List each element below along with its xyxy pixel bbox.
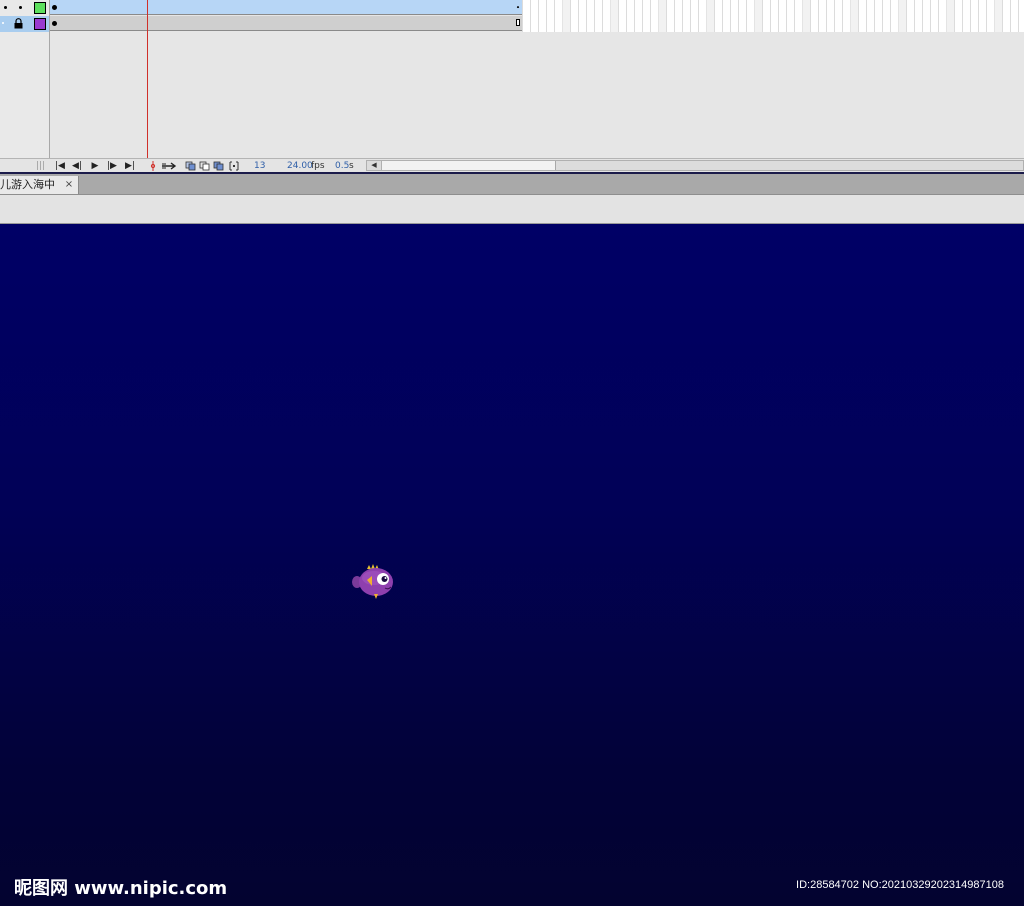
- visibility-dot-icon[interactable]: [4, 6, 7, 9]
- edit-multiple-frames-icon[interactable]: [213, 160, 224, 172]
- loop-icon[interactable]: [160, 160, 178, 172]
- layer-outline-color-icon[interactable]: [34, 2, 46, 14]
- stage-canvas[interactable]: 昵图网 www.nipic.com ID:28584702 NO:2021032…: [0, 224, 1024, 906]
- last-frame-button[interactable]: ▶|: [123, 160, 137, 172]
- panel-grip-icon[interactable]: |||: [36, 160, 45, 172]
- layer-row-selected[interactable]: [0, 16, 49, 32]
- document-tab-label: 儿游入海中: [0, 178, 55, 191]
- scroll-left-arrow-icon[interactable]: ◀: [367, 161, 382, 170]
- close-tab-icon[interactable]: ×: [64, 176, 74, 194]
- frame-grid[interactable]: [522, 0, 1024, 32]
- lock-dot-icon[interactable]: [19, 6, 22, 9]
- scroll-thumb[interactable]: [382, 161, 556, 170]
- play-button[interactable]: ▶: [88, 160, 102, 172]
- frame-grid-band: [522, 0, 1024, 32]
- flash-editor-window: ||| |◀ ◀| ▶ |▶ ▶| 13 24.00 fps 0.5 s ◀ 儿…: [0, 0, 1024, 906]
- modify-onion-markers-icon[interactable]: [228, 160, 240, 172]
- onion-skin-outlines-icon[interactable]: [199, 160, 210, 172]
- document-tab[interactable]: 儿游入海中 ×: [0, 176, 79, 194]
- timeline-panel: ||| |◀ ◀| ▶ |▶ ▶| 13 24.00 fps 0.5 s ◀: [0, 0, 1024, 172]
- onion-skin-icon[interactable]: [185, 160, 196, 172]
- current-frame-field[interactable]: 13: [254, 160, 265, 172]
- layer-frames-row[interactable]: [50, 0, 522, 15]
- watermark-id: ID:28584702 NO:20210329202314987108: [796, 879, 1004, 891]
- frame-rate-field[interactable]: 24.00: [287, 160, 313, 172]
- step-forward-button[interactable]: |▶: [105, 160, 119, 172]
- padlock-icon[interactable]: [14, 18, 23, 29]
- center-frame-icon[interactable]: [150, 160, 156, 172]
- elapsed-time-unit: s: [349, 161, 354, 171]
- keyframe-icon[interactable]: [52, 21, 57, 26]
- layer-outline-color-icon[interactable]: [34, 18, 46, 30]
- first-frame-button[interactable]: |◀: [53, 160, 67, 172]
- watermark-logo: 昵图网 www.nipic.com: [14, 878, 228, 899]
- frame-end-marker-icon: [516, 6, 520, 9]
- layer-frames-row[interactable]: [50, 16, 522, 31]
- visibility-dot-icon[interactable]: [2, 22, 4, 24]
- elapsed-time-field[interactable]: 0.5: [335, 160, 349, 172]
- timeline-controls-bar: ||| |◀ ◀| ▶ |▶ ▶| 13 24.00 fps 0.5 s ◀: [0, 158, 1024, 172]
- frame-end-marker-icon: [516, 19, 520, 26]
- frame-rate-unit: fps: [311, 161, 325, 171]
- purple-fish-sprite[interactable]: [350, 562, 398, 602]
- timeline-horizontal-scrollbar[interactable]: ◀: [366, 160, 1024, 171]
- edit-bar: [0, 195, 1024, 224]
- layer-row[interactable]: [0, 0, 49, 16]
- playhead[interactable]: [147, 0, 148, 160]
- document-tab-strip: 儿游入海中 ×: [0, 174, 1024, 195]
- step-back-button[interactable]: ◀|: [70, 160, 84, 172]
- keyframe-icon[interactable]: [52, 5, 57, 10]
- layer-list: [0, 0, 50, 158]
